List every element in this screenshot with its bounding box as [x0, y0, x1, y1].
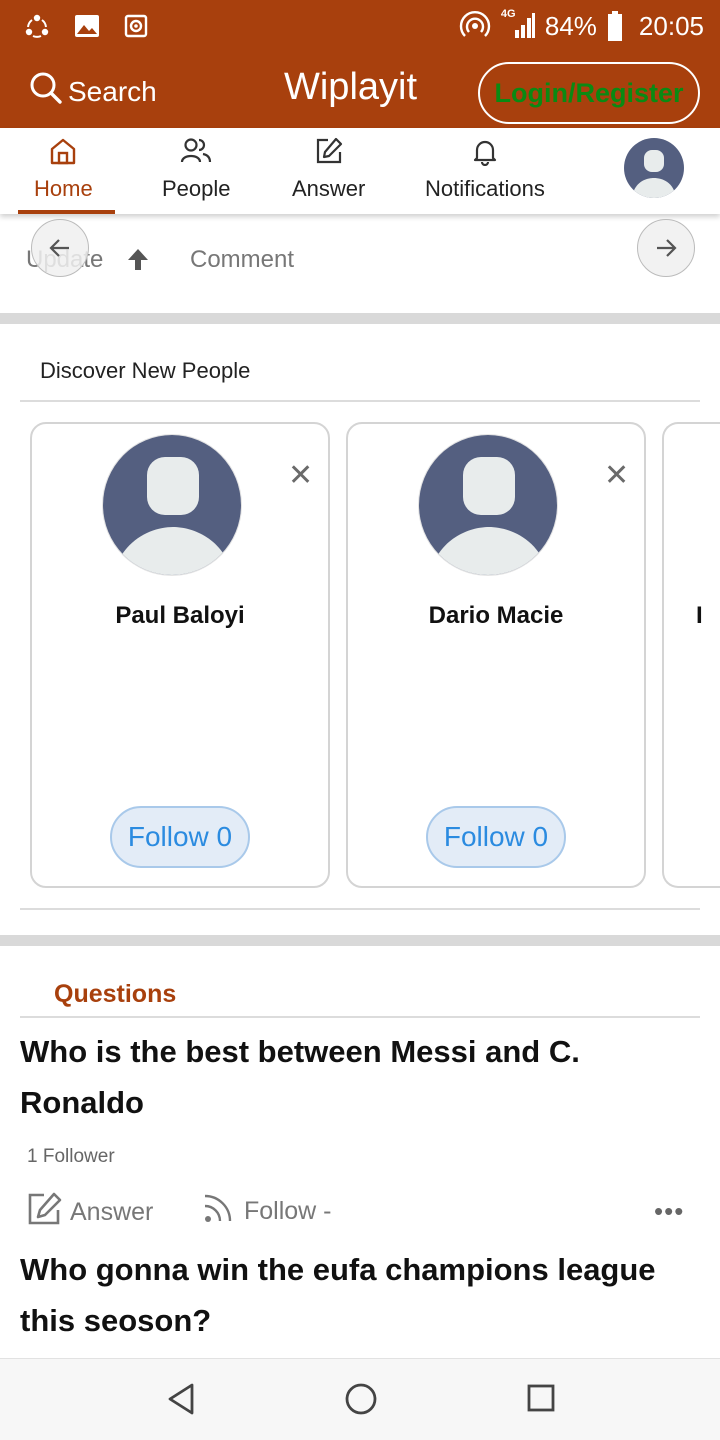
- recents-icon[interactable]: [524, 1381, 558, 1422]
- home-icon: [48, 136, 78, 172]
- camera-icon: [124, 14, 148, 38]
- scroll-right-button[interactable]: [637, 219, 695, 277]
- app-bar: Search Wiplayit Login/Register: [0, 52, 720, 128]
- arrow-right-icon: [657, 239, 677, 257]
- answer-label: Answer: [70, 1198, 154, 1226]
- arrow-left-icon: [49, 239, 69, 257]
- follow-question-label: Follow -: [244, 1197, 332, 1225]
- section-divider: [0, 313, 720, 324]
- tab-people[interactable]: People: [162, 136, 231, 202]
- dismiss-icon[interactable]: ✕: [604, 458, 629, 493]
- discover-divider: [20, 400, 700, 402]
- search-icon: [28, 70, 64, 113]
- questions-section-title: Questions: [54, 980, 177, 1008]
- login-register-button[interactable]: Login/Register: [478, 62, 700, 124]
- search-button[interactable]: Search: [28, 70, 157, 113]
- section-divider: [0, 935, 720, 946]
- person-name[interactable]: Dario Macie: [348, 602, 644, 630]
- network-type: 4G: [500, 8, 516, 20]
- rss-icon: [200, 1190, 238, 1233]
- upvote-icon[interactable]: [124, 244, 152, 279]
- comment-action[interactable]: Comment: [190, 246, 294, 274]
- edit-icon: [314, 136, 344, 172]
- home-circle-icon[interactable]: [343, 1381, 379, 1422]
- image-icon: [74, 14, 100, 38]
- status-bar: 4G 84% 20:05: [0, 0, 720, 52]
- person-name[interactable]: Paul Baloyi: [32, 602, 328, 630]
- more-options-icon[interactable]: •••: [654, 1196, 684, 1227]
- follow-question-button[interactable]: Follow -: [200, 1190, 332, 1233]
- bell-icon: [470, 136, 500, 172]
- tab-people-label: People: [162, 176, 231, 201]
- back-icon[interactable]: [164, 1381, 198, 1422]
- people-icon: [180, 136, 212, 172]
- main-nav-tabs: Home People Answer Notifications: [0, 128, 720, 214]
- system-nav-bar: [0, 1358, 720, 1440]
- question-followers[interactable]: 1 Follower: [27, 1146, 115, 1168]
- app-title: Wiplayit: [284, 66, 418, 108]
- active-tab-indicator: [18, 210, 115, 214]
- tab-notifications-label: Notifications: [425, 176, 545, 201]
- signal-icon: 4G: [501, 8, 535, 40]
- dismiss-icon[interactable]: ✕: [288, 458, 313, 493]
- tab-answer[interactable]: Answer: [292, 136, 365, 202]
- person-card-partial[interactable]: [662, 422, 720, 888]
- person-name-partial: I: [696, 602, 703, 629]
- questions-divider: [20, 1016, 700, 1018]
- person-card: ✕ Dario Macie Follow 0: [346, 422, 646, 888]
- follow-button[interactable]: Follow 0: [426, 806, 566, 868]
- profile-avatar[interactable]: [624, 138, 684, 198]
- tab-notifications[interactable]: Notifications: [425, 136, 545, 202]
- hotspot-icon: [459, 10, 491, 42]
- person-avatar[interactable]: [102, 434, 242, 576]
- person-avatar[interactable]: [418, 434, 558, 576]
- discover-bottom-divider: [20, 908, 700, 910]
- clock: 20:05: [638, 10, 704, 41]
- follow-button[interactable]: Follow 0: [110, 806, 250, 868]
- answer-button[interactable]: Answer: [26, 1190, 153, 1235]
- person-card: ✕ Paul Baloyi Follow 0: [30, 422, 330, 888]
- question-title[interactable]: Who is the best between Messi and C. Ron…: [20, 1026, 690, 1128]
- sync-icon: [24, 13, 50, 39]
- tab-home-label: Home: [34, 176, 93, 201]
- scroll-left-button[interactable]: [31, 219, 89, 277]
- tab-answer-label: Answer: [292, 176, 366, 201]
- search-label: Search: [68, 75, 157, 107]
- battery-percent: 84%: [544, 10, 597, 41]
- battery-icon: [607, 11, 623, 41]
- edit-icon: [26, 1190, 64, 1235]
- question-title[interactable]: Who gonna win the eufa champions league …: [20, 1244, 690, 1346]
- discover-title: Discover New People: [40, 358, 251, 383]
- tab-home[interactable]: Home: [34, 136, 93, 202]
